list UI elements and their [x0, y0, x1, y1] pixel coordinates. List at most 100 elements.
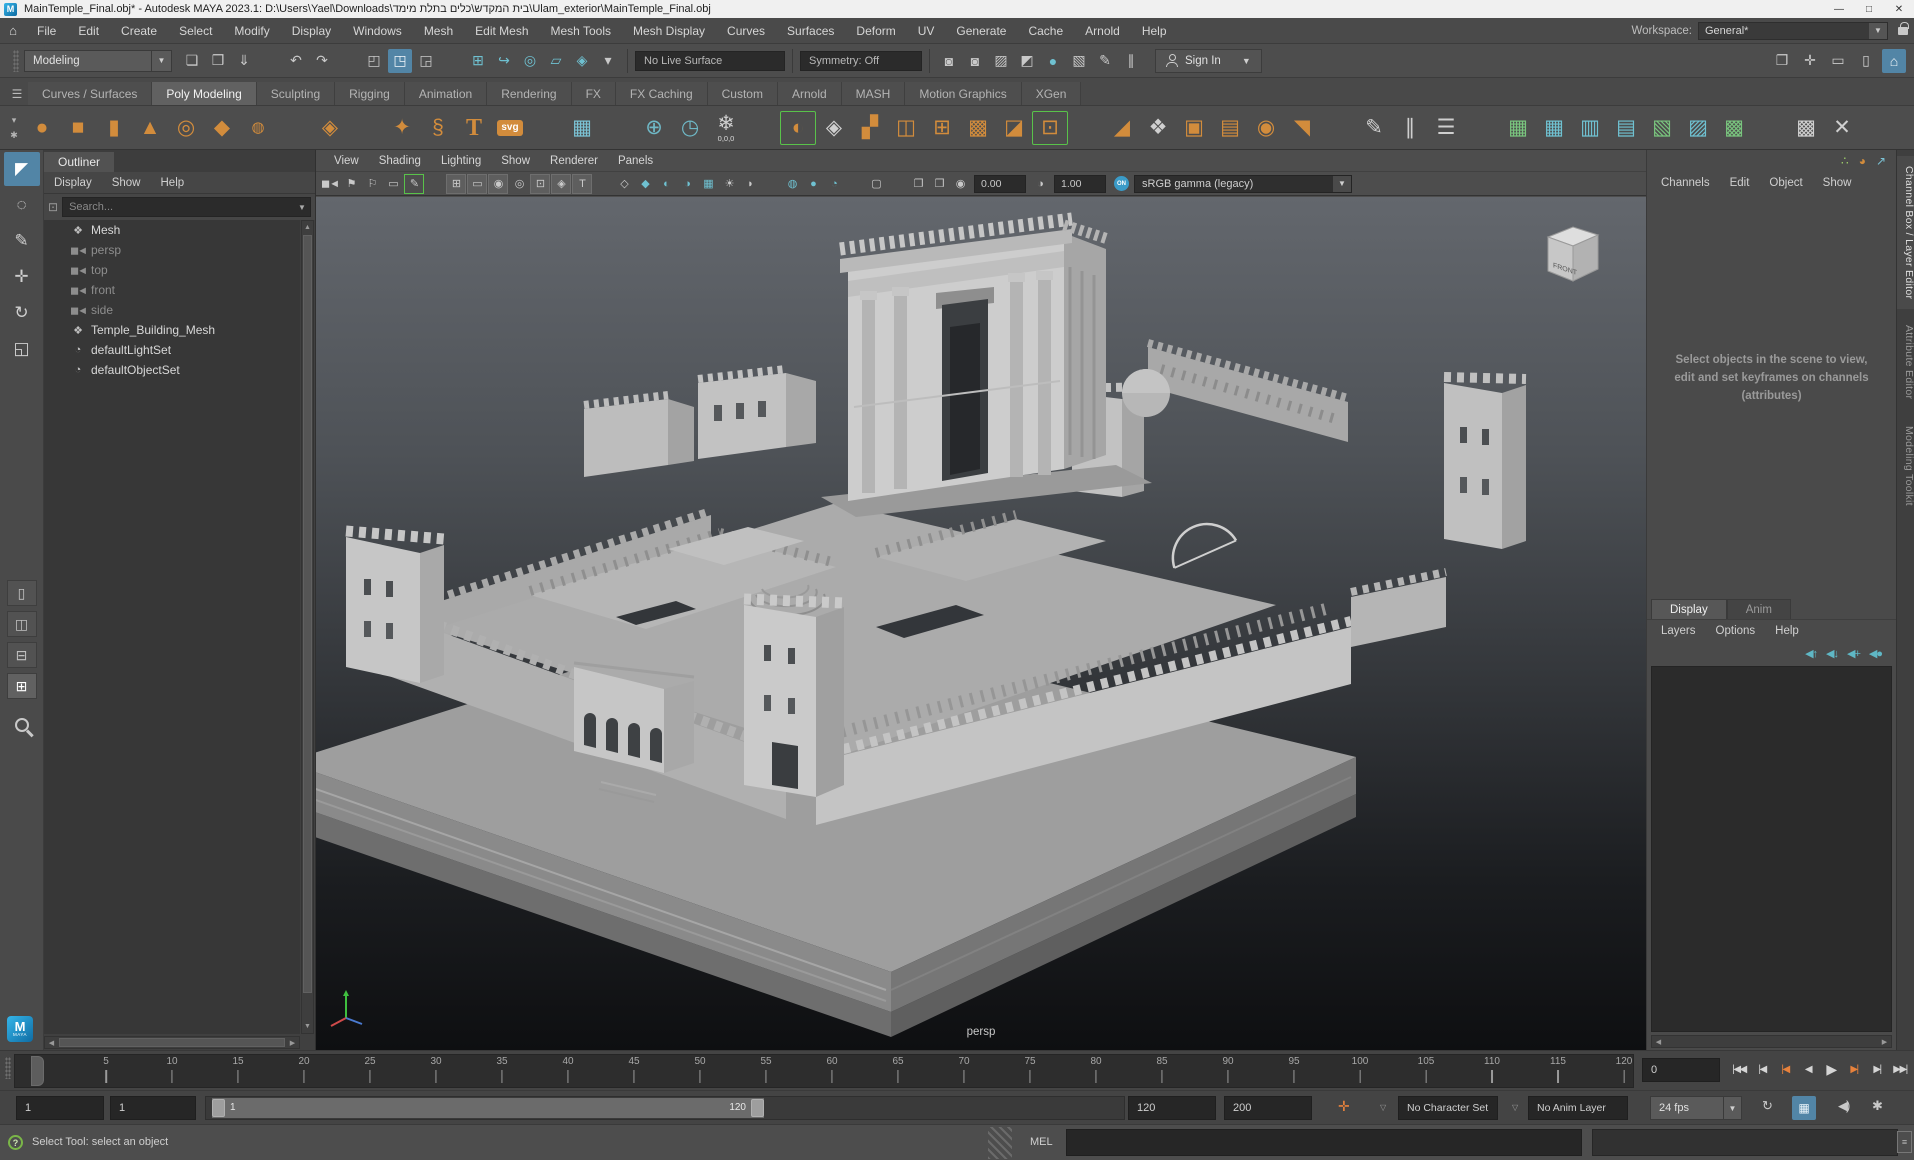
menu-item[interactable]: Modify — [223, 24, 280, 38]
viewport-menu-item[interactable]: Renderer — [540, 155, 608, 167]
shelf-tab[interactable]: Motion Graphics — [905, 82, 1021, 105]
corner-bevel-icon[interactable]: ◥ — [1284, 109, 1320, 147]
playback-start-field[interactable]: 1 — [110, 1096, 196, 1120]
drag-grip[interactable] — [5, 1057, 11, 1079]
workspace-home-icon[interactable]: ⌂ — [1882, 49, 1906, 73]
sep3[interactable] — [440, 49, 464, 73]
render-region-icon[interactable]: ▨ — [989, 49, 1013, 73]
flat-shade-icon[interactable]: ◐ — [656, 174, 676, 194]
anim-layer-field[interactable]: No Anim Layer — [1528, 1096, 1628, 1120]
move-layer-up-icon[interactable]: ◀↑ — [1805, 647, 1817, 660]
separate-icon[interactable]: ◈ — [816, 109, 852, 147]
move-layer-down-icon[interactable]: ◀↓ — [1826, 647, 1838, 660]
channel-box-menu-item[interactable]: Edit — [1720, 177, 1760, 189]
uv-cut-icon[interactable]: ▧ — [1644, 109, 1680, 147]
outliner-tab[interactable]: Outliner — [44, 152, 114, 172]
sidebar-tab[interactable]: Channel Box / Layer Editor — [1897, 156, 1914, 309]
shelf-tab[interactable]: Rendering — [487, 82, 571, 105]
bounding-box-icon[interactable]: ◑ — [677, 174, 697, 194]
maximize-button[interactable]: □ — [1854, 0, 1884, 18]
shelf-tab[interactable]: Arnold — [778, 82, 842, 105]
menu-item[interactable]: File — [26, 24, 67, 38]
drag-grip[interactable] — [13, 50, 19, 72]
hypershade-icon[interactable]: ● — [1041, 49, 1065, 73]
shelf-tab[interactable]: MASH — [842, 82, 906, 105]
wireframe-mode-icon[interactable]: ◇ — [614, 174, 634, 194]
textured-mode-icon[interactable]: ▦ — [698, 174, 718, 194]
platonic-solid-icon[interactable]: ◈ — [312, 109, 348, 147]
scroll-left-arrow[interactable]: ◀ — [1652, 1038, 1665, 1046]
poly-cube-icon[interactable]: ■ — [60, 109, 96, 147]
menu-item[interactable]: Deform — [845, 24, 906, 38]
sep[interactable] — [887, 174, 907, 194]
menu-item[interactable]: Select — [168, 24, 223, 38]
exposure-field[interactable]: 0.00 — [974, 175, 1026, 193]
snap-plane-icon[interactable]: ▱ — [544, 49, 568, 73]
menu-item[interactable]: Curves — [716, 24, 776, 38]
layout-two-pane[interactable]: ◫ — [7, 611, 37, 637]
uv-snapshot-icon[interactable]: ▦ — [1536, 109, 1572, 147]
viewport-menu-item[interactable]: Panels — [608, 155, 663, 167]
menu-item[interactable]: Generate — [945, 24, 1017, 38]
construction-grid-icon[interactable]: ▦ — [564, 109, 600, 147]
sep[interactable] — [1320, 109, 1356, 147]
combine-icon[interactable]: ◐ — [780, 111, 816, 145]
select-tool[interactable]: ◤ — [4, 152, 40, 186]
menu-item[interactable]: Edit Mesh — [464, 24, 539, 38]
layer-menu-item[interactable]: Layers — [1651, 625, 1706, 637]
speaker-icon[interactable]: ◀) — [1838, 1098, 1848, 1114]
play-forward-button[interactable]: ▶ — [1820, 1057, 1842, 1082]
extrude-icon[interactable]: ▣ — [1176, 109, 1212, 147]
sep[interactable] — [1464, 109, 1500, 147]
chevron-down-icon[interactable]: ▼ — [1333, 176, 1351, 192]
lock-icon[interactable] — [1898, 27, 1908, 35]
menu-item[interactable]: Surfaces — [776, 24, 845, 38]
play-backwards-button[interactable]: ◀ — [1797, 1057, 1819, 1082]
chevron-down-icon[interactable]: ▼ — [1242, 56, 1251, 66]
menu-item[interactable]: Help — [1131, 24, 1178, 38]
channel-box-menu-item[interactable]: Show — [1813, 177, 1862, 189]
outliner-item[interactable]: ◔ defaultLightSet — [44, 340, 300, 360]
circularize-icon[interactable]: ◉ — [1248, 109, 1284, 147]
zoom-icon[interactable] — [15, 718, 29, 732]
delete-history-icon[interactable]: ✕ — [1824, 109, 1860, 147]
character-set-field[interactable]: No Character Set — [1398, 1096, 1498, 1120]
outliner-item[interactable]: ◼◄ front — [44, 280, 300, 300]
mirror-icon[interactable]: ◪ — [996, 109, 1032, 147]
outliner-menu-item[interactable]: Show — [102, 177, 151, 189]
select-object-icon[interactable]: ◳ — [388, 49, 412, 73]
bevel-icon[interactable]: ◢ — [1104, 109, 1140, 147]
sep[interactable] — [348, 109, 384, 147]
shelf-tab[interactable]: Sculpting — [257, 82, 335, 105]
ao-icon[interactable]: ◍ — [782, 174, 802, 194]
wire-on-shaded-icon[interactable]: ◈ — [551, 174, 571, 194]
scroll-right-arrow[interactable]: ▶ — [1878, 1038, 1891, 1046]
scroll-down-arrow[interactable]: ▼ — [302, 1020, 313, 1033]
reset-transform-icon[interactable]: ❄ 0,0,0 — [708, 109, 744, 147]
mel-command-input[interactable] — [1066, 1129, 1582, 1156]
snap-point-icon[interactable]: ◎ — [518, 49, 542, 73]
range-slider-bar[interactable]: 1 120 — [212, 1098, 764, 1118]
split-icon[interactable]: ◫ — [888, 109, 924, 147]
move-tool[interactable]: ✛ — [4, 260, 40, 294]
shelf-tab[interactable]: FX — [572, 82, 616, 105]
sep[interactable] — [593, 174, 613, 194]
menu-item[interactable]: UV — [907, 24, 946, 38]
shelf-tab[interactable]: XGen — [1022, 82, 1082, 105]
shelf-menu-icon[interactable]: ☰ — [6, 83, 28, 105]
new-scene-icon[interactable]: ❏ — [180, 49, 204, 73]
range-end-handle[interactable] — [751, 1099, 764, 1117]
film-gate-toggle-icon[interactable]: ▭ — [467, 174, 487, 194]
shelf-tab[interactable]: Custom — [708, 82, 778, 105]
outliner-menu-item[interactable]: Help — [151, 177, 195, 189]
ipr-render-icon[interactable]: ◙ — [963, 49, 987, 73]
outliner-vertical-scrollbar[interactable]: ▲ ▼ — [301, 220, 314, 1034]
insert-edge-loop-icon[interactable]: ∥ — [1392, 109, 1428, 147]
scrollbar-thumb[interactable] — [303, 235, 312, 993]
channel-box-menu-item[interactable]: Object — [1759, 177, 1812, 189]
step-back-frame-button[interactable]: |◀ — [1774, 1057, 1796, 1082]
current-frame-field[interactable]: 0 — [1642, 1058, 1720, 1082]
add-layer-key-icon[interactable]: ◀+ — [1847, 647, 1860, 660]
outliner-item[interactable]: ◼◄ persp — [44, 240, 300, 260]
sidebar-tab[interactable]: Modeling Toolkit — [1897, 416, 1914, 516]
